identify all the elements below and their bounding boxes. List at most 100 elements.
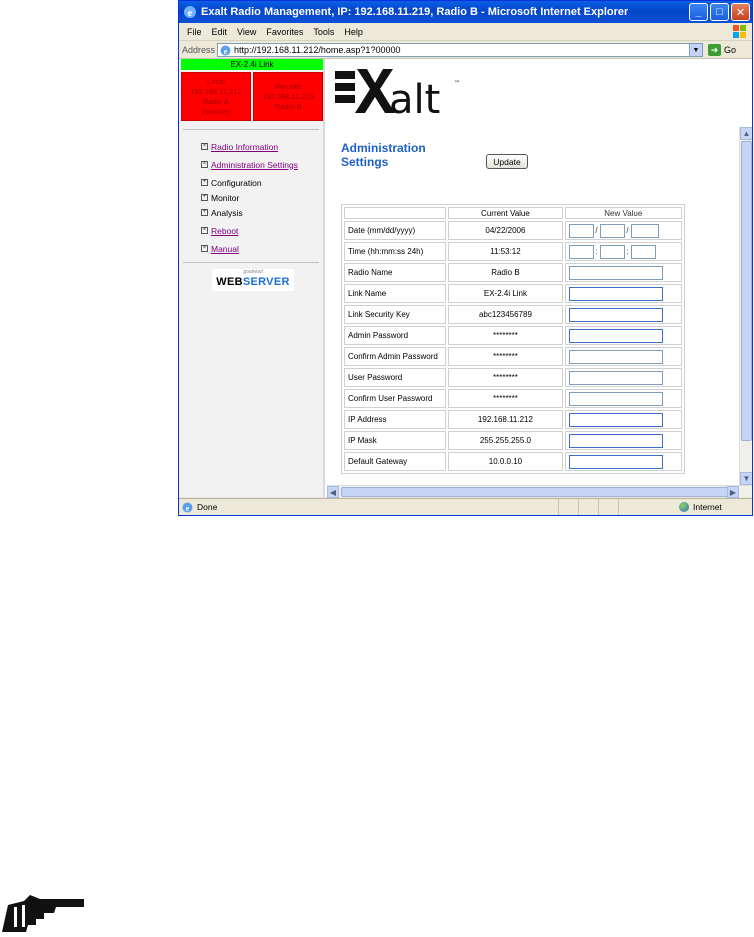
link-name-header: EX-2.4i Link [181, 59, 323, 70]
nav-bullet-icon: × [201, 245, 208, 252]
expand-icon: + [201, 194, 208, 201]
ip-mask-input[interactable] [568, 433, 663, 448]
nav-item-manual[interactable]: × Manual [201, 241, 321, 256]
table-row: User Password ******** [344, 368, 682, 387]
row-label: Link Security Key [344, 305, 447, 324]
radio-name-input[interactable] [568, 265, 663, 280]
row-label: Link Name [344, 284, 447, 303]
menu-tools[interactable]: Tools [308, 27, 339, 37]
scroll-right-icon[interactable]: ▶ [727, 486, 739, 498]
maximize-button[interactable]: □ [710, 3, 729, 21]
webserver-logo: goahead WEBSERVER [212, 269, 294, 291]
scroll-thumb[interactable] [741, 141, 752, 441]
table-row: Link Security Key abc123456789 [344, 305, 682, 324]
row-current-value: ******** [448, 347, 563, 366]
row-current-value: ******** [448, 368, 563, 387]
row-current-value: 255.255.255.0 [448, 431, 563, 450]
nav-item-administration-settings[interactable]: × Administration Settings [201, 157, 321, 172]
nav-link-label: Radio Information [211, 141, 279, 152]
row-label: IP Mask [344, 431, 447, 450]
right-frame: alt ™ Administration Settings Update Cur… [327, 59, 752, 497]
nav-item-monitor[interactable]: + Monitor [201, 190, 321, 205]
menu-bar: File Edit View Favorites Tools Help [179, 23, 752, 41]
confirm-user-password-input[interactable] [568, 391, 663, 406]
address-input[interactable]: e http://192.168.11.212/home.asp?1?00000… [217, 43, 703, 57]
row-current-value: 04/22/2006 [448, 221, 563, 240]
menu-favorites[interactable]: Favorites [261, 27, 308, 37]
settings-table: Current Value New Value Date (mm/dd/yyyy… [341, 204, 685, 474]
nav-item-analysis[interactable]: + Analysis [201, 205, 321, 220]
page-title: Administration Settings [341, 141, 471, 169]
title-bar[interactable]: e Exalt Radio Management, IP: 192.168.11… [179, 1, 752, 23]
nav-text-label: Monitor [211, 192, 240, 203]
menu-edit[interactable]: Edit [207, 27, 233, 37]
update-button[interactable]: Update [486, 154, 528, 169]
time-second-input[interactable] [630, 244, 656, 259]
nav-item-radio-information[interactable]: × Radio Information [201, 139, 321, 154]
status-cell [559, 499, 579, 515]
address-url: http://192.168.11.212/home.asp?1?00000 [234, 45, 401, 55]
link-name-input[interactable] [568, 286, 663, 301]
status-cell [579, 499, 599, 515]
row-label: Radio Name [344, 263, 447, 282]
go-arrow-icon: ➜ [708, 44, 721, 56]
row-label: Default Gateway [344, 452, 447, 471]
date-year-input[interactable] [630, 223, 659, 238]
row-current-value: Radio B [448, 263, 563, 282]
webserver-small-text: goahead [243, 269, 263, 275]
date-day-input[interactable] [599, 223, 625, 238]
table-row: Default Gateway 10.0.0.10 [344, 452, 682, 471]
horizontal-scrollbar[interactable]: ◀ ▶ [327, 485, 752, 498]
scroll-down-icon[interactable]: ▼ [740, 472, 752, 485]
nav-item-configuration[interactable]: + Configuration [201, 175, 321, 190]
go-button[interactable]: ➜ Go [708, 43, 748, 57]
pointing-hand-icon [0, 893, 86, 932]
svg-text:™: ™ [454, 80, 460, 87]
nav-bullet-icon: × [201, 227, 208, 234]
address-label: Address [182, 44, 216, 55]
header-current-value: Current Value [448, 207, 563, 219]
logo-text: alt [389, 77, 440, 121]
table-row: Admin Password ******** [344, 326, 682, 345]
scroll-up-icon[interactable]: ▲ [740, 127, 752, 140]
scroll-left-icon[interactable]: ◀ [327, 486, 339, 498]
close-button[interactable]: ✕ [731, 3, 750, 21]
status-text: Done [197, 502, 218, 512]
table-header-row: Current Value New Value [344, 207, 682, 219]
scroll-thumb[interactable] [341, 487, 733, 497]
time-minute-input[interactable] [599, 244, 625, 259]
menu-view[interactable]: View [232, 27, 261, 37]
admin-password-input[interactable] [568, 328, 663, 343]
link-security-key-input[interactable] [568, 307, 663, 322]
confirm-admin-password-input[interactable] [568, 349, 663, 364]
row-current-value: EX-2.4i Link [448, 284, 563, 303]
row-current-value: 192.168.11.212 [448, 410, 563, 429]
nav-link-label: Reboot [211, 225, 239, 236]
address-bar: Address e http://192.168.11.212/home.asp… [179, 41, 752, 59]
remote-radio-box: Remote 192.168.11.219 Radio B [253, 72, 323, 121]
nav-text-label: Analysis [211, 207, 243, 218]
row-label: Confirm User Password [344, 389, 447, 408]
page-done-icon: e [182, 502, 193, 513]
menu-help[interactable]: Help [339, 27, 368, 37]
row-current-value: 11:53:12 [448, 242, 563, 261]
row-label: Admin Password [344, 326, 447, 345]
date-month-input[interactable] [568, 223, 594, 238]
status-zone-text: Internet [693, 502, 722, 512]
address-dropdown-icon[interactable]: ▼ [689, 44, 702, 56]
default-gateway-input[interactable] [568, 454, 663, 469]
time-hour-input[interactable] [568, 244, 594, 259]
page-title-line1: Administration [341, 141, 426, 155]
menu-file[interactable]: File [182, 27, 207, 37]
webserver-server-text: SERVER [242, 276, 290, 288]
local-radio-box: Local 192.168.11.212 Radio A (source) [181, 72, 251, 121]
nav-item-reboot[interactable]: × Reboot [201, 223, 321, 238]
ip-address-input[interactable] [568, 412, 663, 427]
header-new-value: New Value [564, 207, 682, 219]
user-password-input[interactable] [568, 370, 663, 385]
nav-link-label: Administration Settings [211, 159, 298, 170]
minimize-button[interactable]: _ [689, 3, 708, 21]
vertical-scrollbar[interactable]: ▲ ▼ [739, 127, 752, 485]
svg-text:e: e [186, 504, 190, 513]
browser-content: EX-2.4i Link Local 192.168.11.212 Radio … [179, 59, 752, 498]
